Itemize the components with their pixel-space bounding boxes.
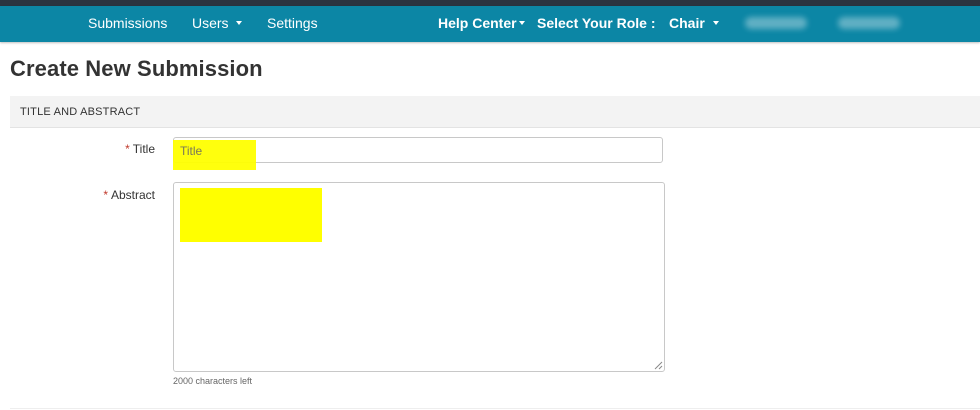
- nav-settings[interactable]: Settings: [267, 6, 318, 42]
- redacted-account-menu[interactable]: [838, 17, 900, 29]
- nav-users-label: Users: [192, 15, 229, 31]
- role-selector[interactable]: Chair: [669, 6, 719, 42]
- title-label-text: Title: [132, 142, 155, 156]
- required-marker: *: [125, 142, 130, 156]
- characters-left-counter: 2000 characters left: [173, 376, 253, 386]
- title-label: * Title: [10, 142, 155, 156]
- nav-users[interactable]: Users: [192, 6, 242, 42]
- abstract-textarea[interactable]: [173, 182, 665, 372]
- role-label: Select Your Role :: [537, 15, 656, 31]
- section-header: TITLE AND ABSTRACT: [10, 96, 980, 128]
- chevron-down-icon: [518, 21, 525, 26]
- title-input[interactable]: [173, 137, 663, 163]
- abstract-label: * Abstract: [10, 188, 155, 202]
- redacted-user-menu[interactable]: [745, 17, 807, 29]
- help-center-menu[interactable]: Help Center: [438, 6, 525, 42]
- role-value: Chair: [669, 15, 705, 31]
- abstract-label-text: Abstract: [110, 188, 155, 202]
- required-marker: *: [103, 188, 108, 202]
- help-center-label: Help Center: [438, 15, 517, 31]
- page-title: Create New Submission: [10, 56, 263, 81]
- divider: [10, 408, 980, 409]
- chevron-down-icon: [235, 21, 242, 26]
- section-header-label: TITLE AND ABSTRACT: [20, 106, 141, 118]
- chevron-down-icon: [712, 21, 719, 26]
- resize-grip-icon[interactable]: [654, 361, 663, 370]
- nav-submissions[interactable]: Submissions: [88, 6, 167, 42]
- top-navbar: Submissions Users Settings Help Center S…: [0, 6, 980, 42]
